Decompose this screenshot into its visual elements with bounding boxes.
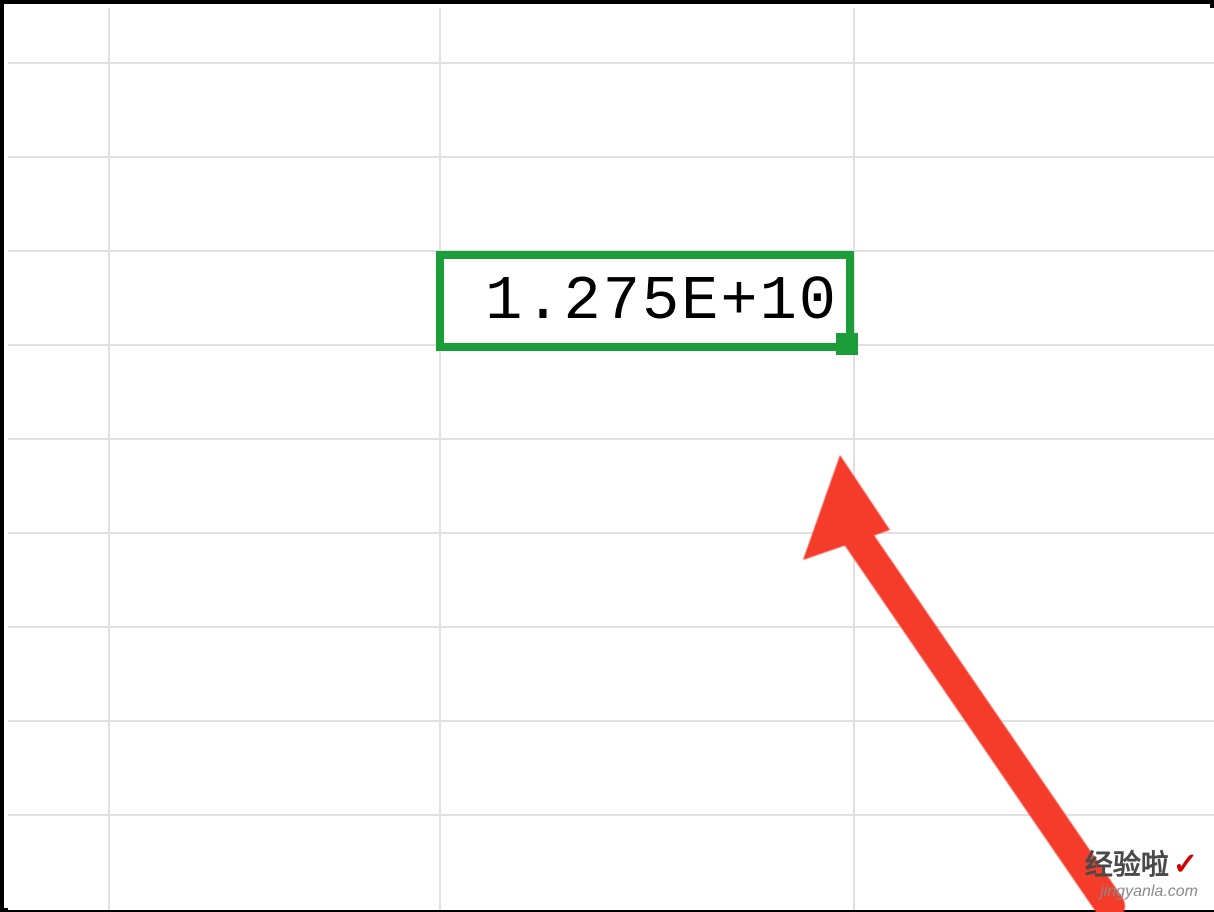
watermark-title: 经验啦: [1085, 850, 1169, 881]
cell[interactable]: [8, 64, 110, 158]
cell[interactable]: [8, 722, 110, 816]
cell[interactable]: [855, 64, 1214, 158]
spreadsheet-frame: [0, 0, 1214, 912]
checkmark-icon: ✓: [1173, 850, 1198, 884]
cell[interactable]: [441, 534, 855, 628]
cell[interactable]: [110, 440, 441, 534]
cell[interactable]: [8, 440, 110, 534]
cell-value: 1.275E+10: [485, 266, 838, 337]
cell[interactable]: [441, 816, 855, 910]
cell[interactable]: [855, 722, 1214, 816]
cell[interactable]: [8, 252, 110, 346]
cell[interactable]: [441, 628, 855, 722]
cell[interactable]: [441, 346, 855, 440]
cell[interactable]: [855, 8, 1214, 64]
cell[interactable]: [8, 8, 110, 64]
cell[interactable]: [110, 816, 441, 910]
cell[interactable]: [110, 722, 441, 816]
cell[interactable]: [855, 346, 1214, 440]
cell[interactable]: [110, 534, 441, 628]
cell[interactable]: [110, 252, 441, 346]
cell[interactable]: [110, 346, 441, 440]
selected-cell[interactable]: 1.275E+10: [436, 251, 854, 351]
cell[interactable]: [441, 722, 855, 816]
cell[interactable]: [441, 440, 855, 534]
cell[interactable]: [8, 158, 110, 252]
cell[interactable]: [855, 158, 1214, 252]
cell[interactable]: [855, 628, 1214, 722]
cell[interactable]: [8, 816, 110, 910]
cell[interactable]: [8, 346, 110, 440]
cell[interactable]: [855, 252, 1214, 346]
cell[interactable]: [441, 64, 855, 158]
spreadsheet-grid[interactable]: [8, 8, 1206, 904]
cell[interactable]: [8, 534, 110, 628]
cell[interactable]: [855, 440, 1214, 534]
cell[interactable]: [110, 158, 441, 252]
cell[interactable]: [110, 628, 441, 722]
cell[interactable]: [855, 534, 1214, 628]
cell[interactable]: [441, 8, 855, 64]
fill-handle[interactable]: [836, 333, 858, 355]
watermark-domain: jingyanla.com: [1085, 884, 1198, 900]
watermark: 经验啦✓ jingyanla.com: [1085, 852, 1198, 900]
cell[interactable]: [110, 64, 441, 158]
cell[interactable]: [110, 8, 441, 64]
cell[interactable]: [8, 628, 110, 722]
cell[interactable]: [441, 158, 855, 252]
